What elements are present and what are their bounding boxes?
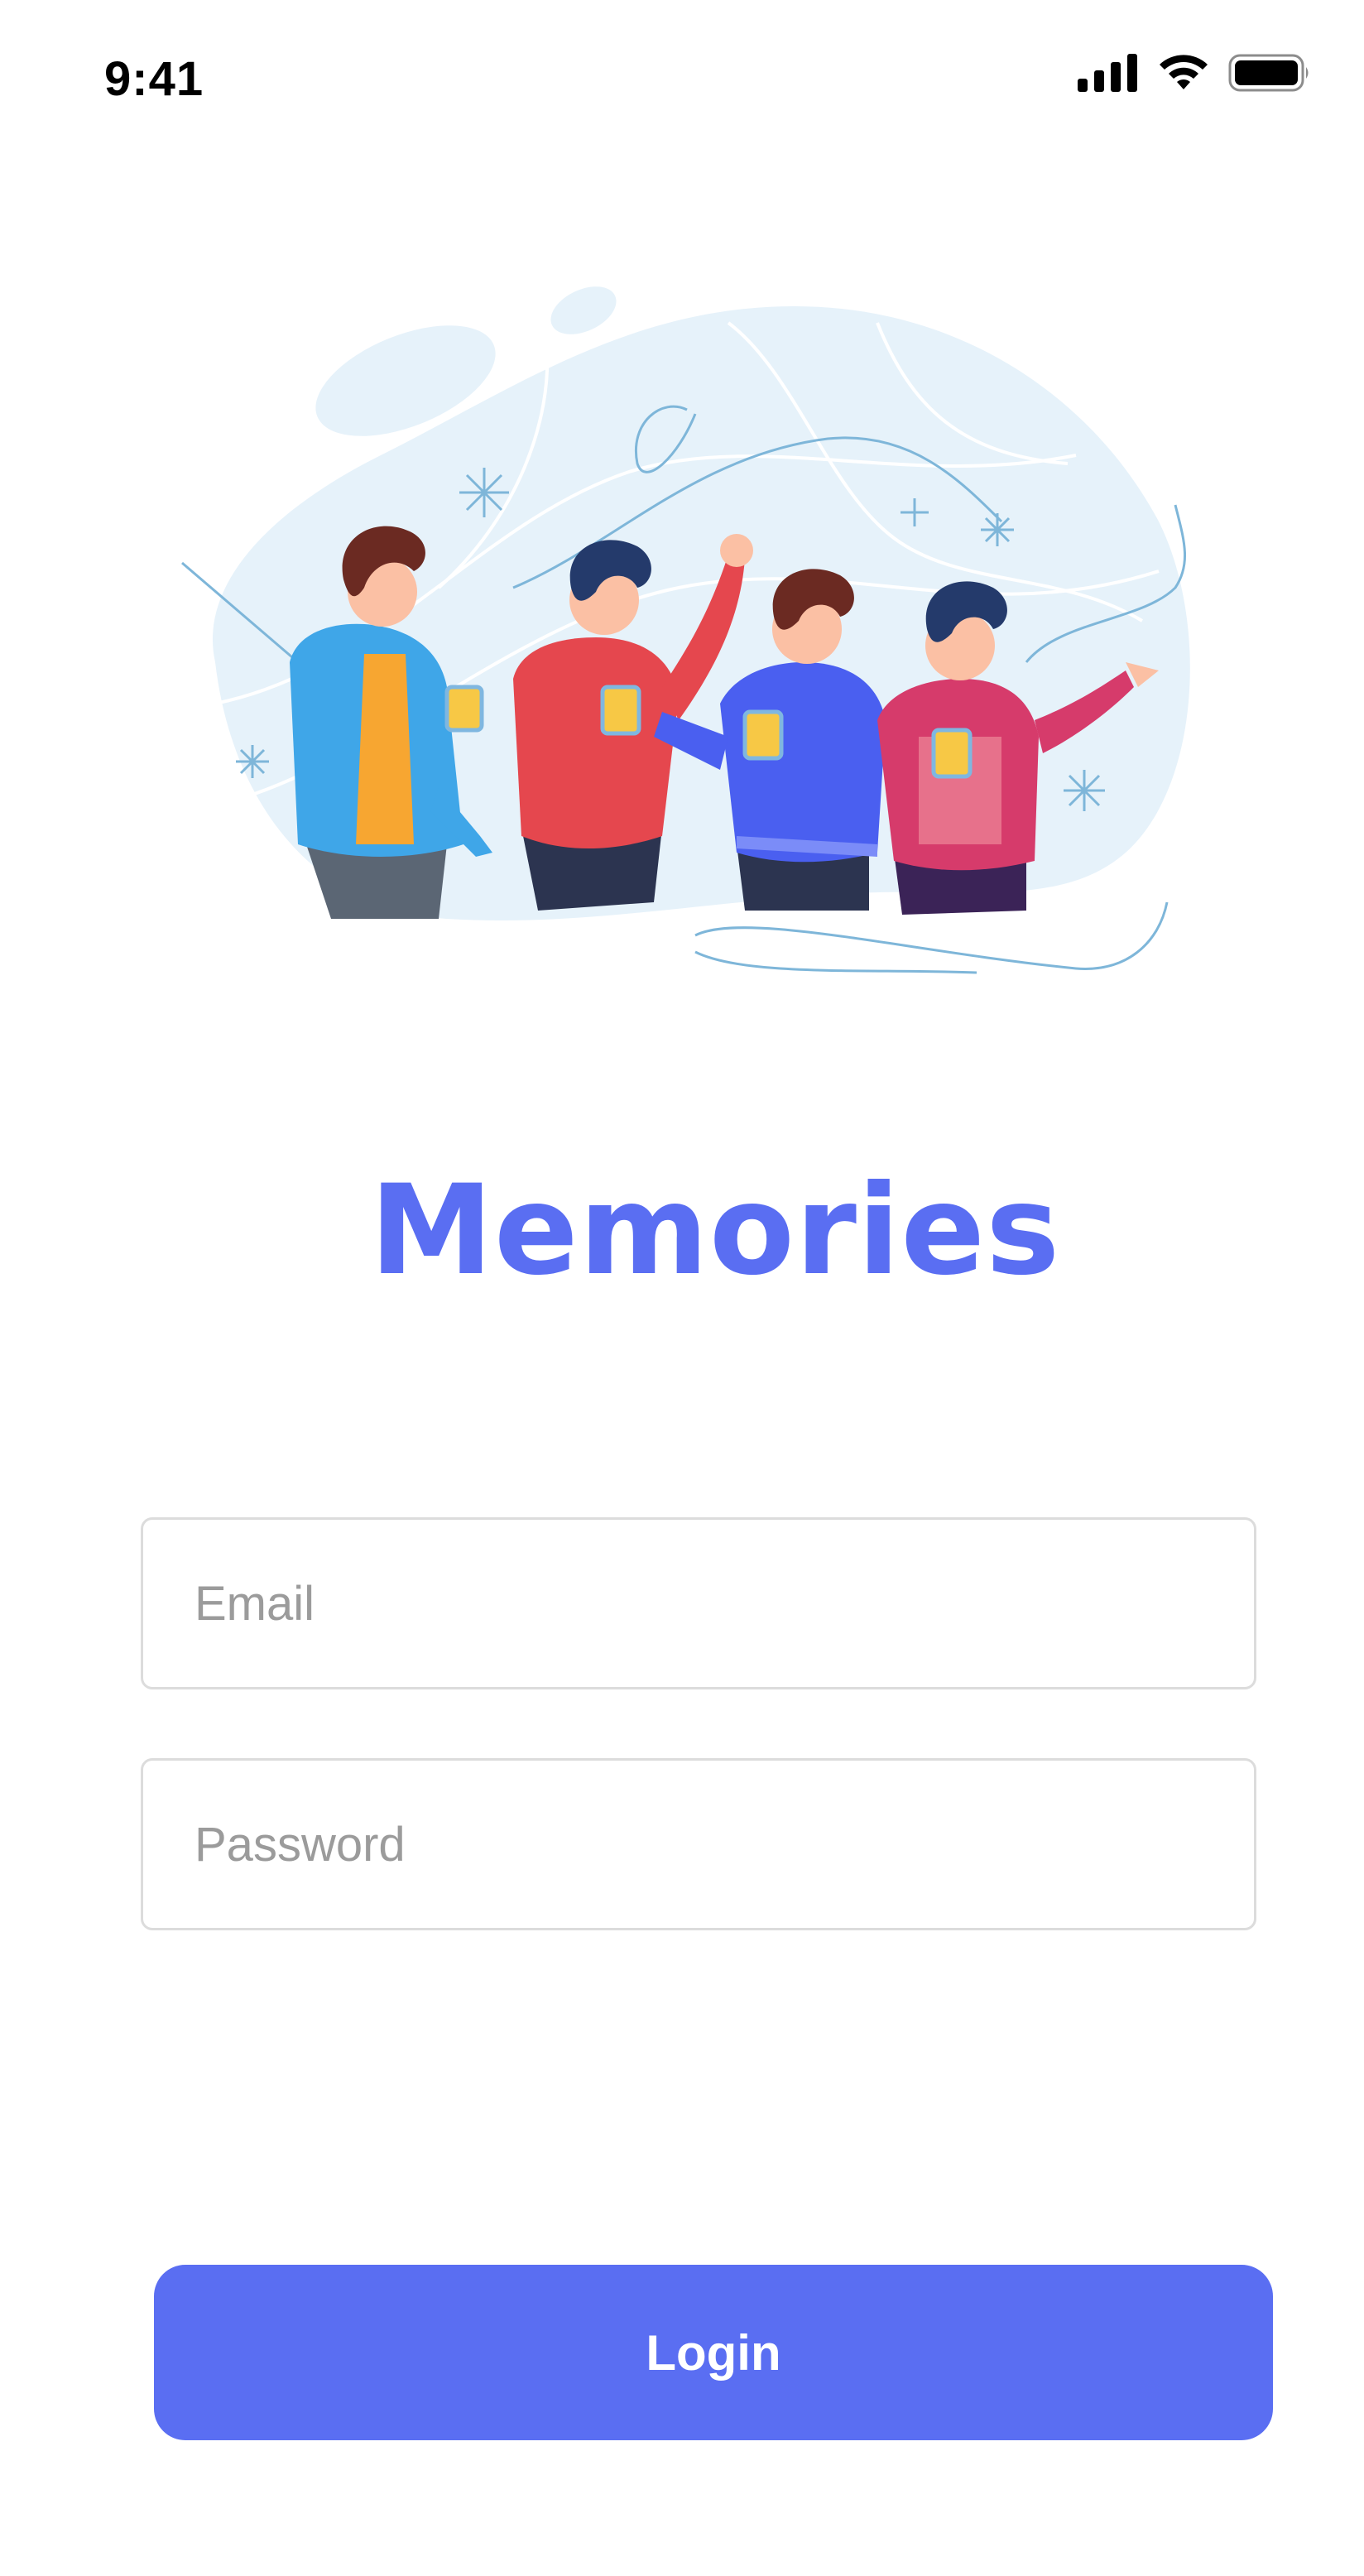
wifi-icon <box>1160 55 1208 89</box>
password-field-container <box>141 1758 1256 1930</box>
app-title: Memories <box>369 1159 1061 1303</box>
password-input[interactable] <box>143 1761 1254 1928</box>
login-button[interactable]: Login <box>154 2265 1273 2440</box>
email-input[interactable] <box>143 1520 1254 1687</box>
status-icons <box>1078 53 1311 93</box>
email-field-container <box>141 1517 1256 1689</box>
login-screen: 9:41 Memories Email Login <box>0 0 1364 2576</box>
status-time: 9:41 <box>104 52 204 106</box>
cellular-signal-icon <box>1078 54 1137 92</box>
battery-icon <box>1228 54 1309 92</box>
friends-cheers-illustration <box>181 286 1190 974</box>
